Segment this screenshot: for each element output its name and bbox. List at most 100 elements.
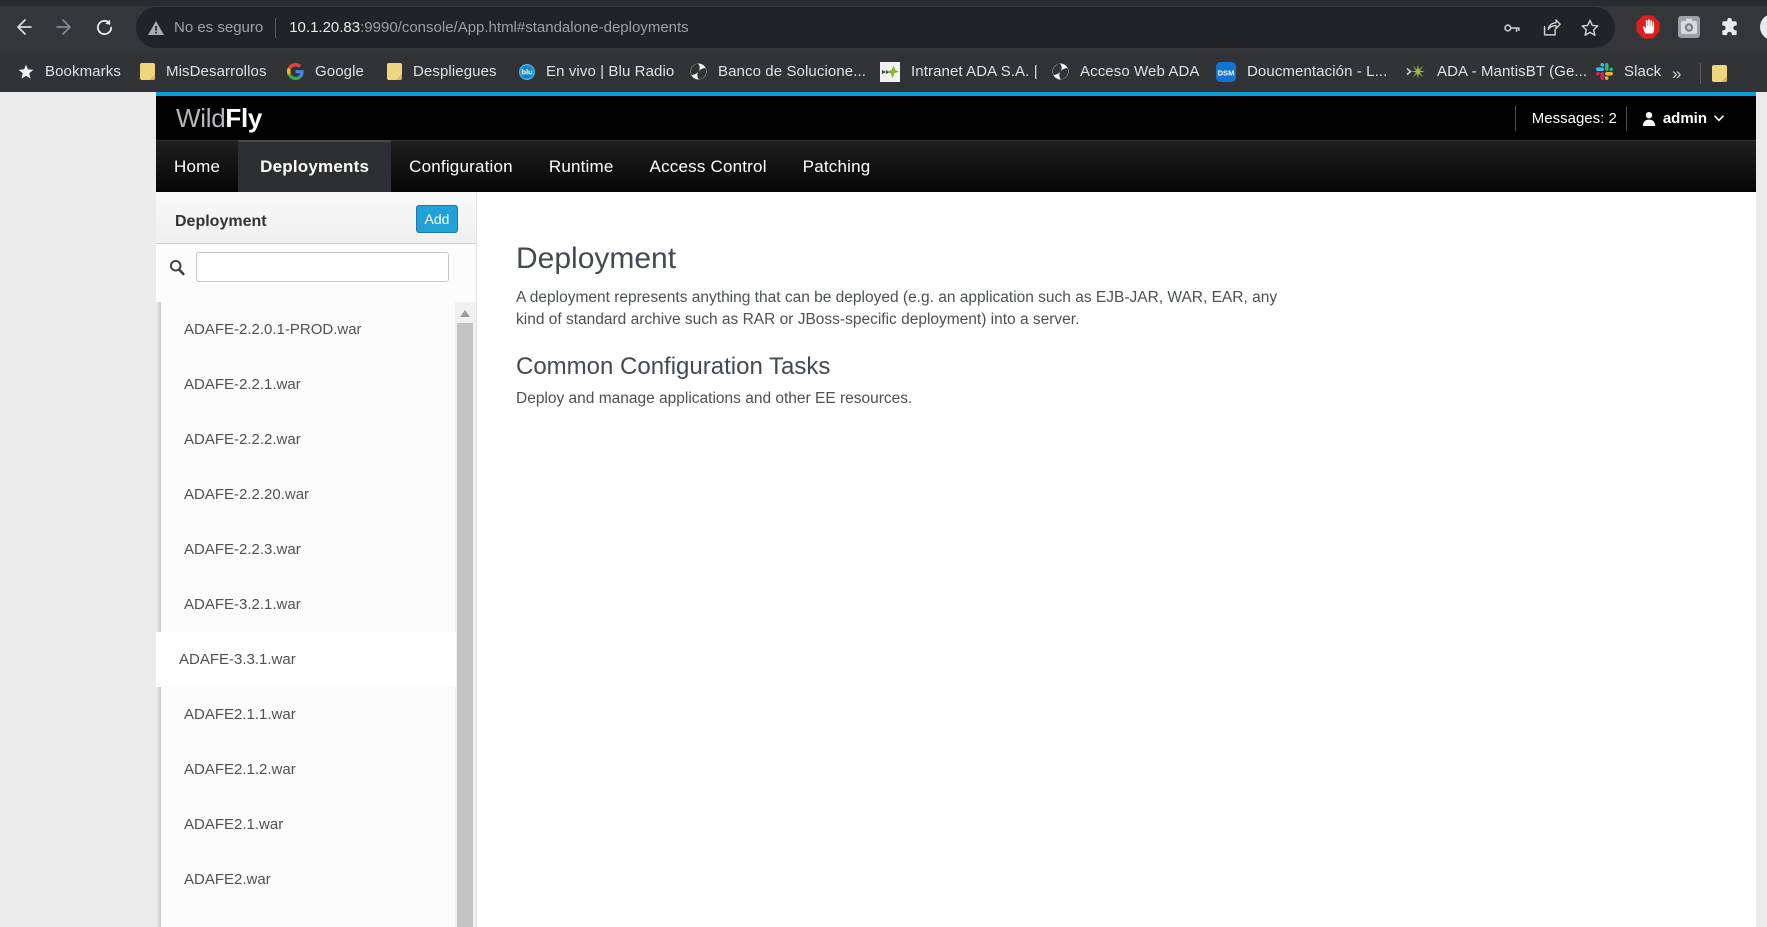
bookmark-item[interactable]: Slack (1596, 55, 1661, 92)
bookmark-item[interactable]: MisDesarrollos (140, 55, 267, 92)
column-title: Deployment (175, 212, 267, 230)
search-icon (169, 259, 185, 276)
nav-tab-deployments[interactable]: Deployments (238, 140, 392, 193)
capture-extension-button[interactable] (1677, 6, 1701, 48)
bookmark-label: Google (315, 63, 364, 80)
password-key-icon[interactable] (1501, 17, 1523, 39)
page-background-left (0, 92, 156, 927)
page-title: Deployment (516, 242, 677, 275)
security-label: No es seguro (174, 19, 264, 36)
address-bar-actions (1501, 17, 1615, 39)
bluradio-icon: blu (519, 63, 535, 80)
tasks-title: Common Configuration Tasks (516, 353, 831, 380)
globe-icon (690, 63, 707, 80)
deployment-item[interactable]: ADAFE-3.3.1.war (156, 632, 456, 687)
warning-icon (148, 20, 164, 35)
globe-icon (1052, 63, 1069, 80)
wildfly-logo: WildFly (176, 102, 263, 133)
user-icon (1642, 111, 1656, 126)
bookmark-item[interactable]: Intranet ADA S.A. | (880, 55, 1038, 92)
nav-tab-runtime[interactable]: Runtime (531, 141, 632, 193)
puzzle-icon (1722, 17, 1737, 35)
adblock-extension-button[interactable] (1635, 6, 1661, 48)
deployment-item[interactable]: ADAFE2.1.2.war (161, 742, 456, 797)
deployment-item[interactable]: ADAFE2.war (161, 852, 456, 907)
bookmark-label: Slack (1624, 63, 1662, 80)
bookmark-label: Intranet ADA S.A. | (911, 63, 1038, 80)
chevron-down-icon (1714, 114, 1724, 122)
bookmark-item[interactable]: Banco de Solucione... (690, 55, 866, 92)
page-description: A deployment represents anything that ca… (516, 289, 1278, 328)
star-icon (18, 64, 34, 80)
adblock-icon (1636, 15, 1660, 39)
bookmarks-overflow-button[interactable]: » (1672, 55, 1681, 92)
deployment-item[interactable]: ADAFE-2.2.0.1-PROD.war (161, 302, 456, 357)
username: admin (1662, 109, 1707, 127)
deployment-item[interactable]: ADAFE-2.2.2.war (161, 412, 456, 467)
omnibox-divider (275, 17, 277, 38)
dsm-icon: DSM (1216, 61, 1236, 82)
svg-text:blu: blu (521, 67, 533, 76)
deployment-item[interactable]: ADAFE2.1.1.war (161, 687, 456, 742)
bookmark-label: ADA - MantisBT (Ge... (1437, 63, 1588, 80)
bookmark-item[interactable]: Google (287, 55, 364, 92)
bookmark-star-icon[interactable] (1579, 17, 1601, 39)
back-button[interactable] (7, 6, 41, 48)
bookmark-label: En vivo | Blu Radio (546, 63, 675, 80)
bookmark-label: MisDesarrollos (166, 63, 267, 80)
forward-button[interactable] (47, 6, 81, 48)
deployment-item[interactable]: ADAFE-2.2.3.war (161, 522, 456, 577)
mantis-icon (1406, 63, 1426, 80)
address-bar[interactable]: No es seguro 10.1.20.83:9990/console/App… (136, 7, 1615, 48)
preview-panel: Deployment A deployment represents anyth… (477, 192, 1756, 927)
bookmark-label: Acceso Web ADA (1080, 63, 1200, 80)
filter-input[interactable] (196, 252, 449, 282)
share-icon[interactable] (1540, 17, 1562, 39)
extensions-button[interactable] (1718, 6, 1741, 48)
reload-icon (96, 19, 112, 35)
folder-icon (140, 63, 155, 80)
site-security-chip[interactable]: No es seguro (147, 19, 263, 36)
forward-icon (56, 19, 71, 35)
slack-icon (1596, 63, 1613, 80)
bookmark-item[interactable]: Despliegues (387, 55, 497, 92)
messages-link[interactable]: Messages: 2 (1516, 110, 1626, 127)
scroll-up-arrow-icon[interactable] (460, 310, 470, 317)
back-icon (17, 19, 32, 35)
bookmark-label: Bookmarks (45, 63, 121, 80)
deployment-item[interactable]: ADAFE2.1.war (161, 797, 456, 852)
app-header: WildFly Messages: 2 admin (156, 96, 1756, 140)
bookmark-item[interactable]: Acceso Web ADA (1052, 55, 1200, 92)
bookmark-label: Banco de Solucione... (718, 63, 867, 80)
deployment-item[interactable]: ADAFE-2.2.20.war (161, 467, 456, 522)
bookmarks-separator (1700, 63, 1701, 84)
bookmark-item[interactable]: DSM Doucmentación - L... (1216, 55, 1387, 92)
nav-tab-access-control[interactable]: Access Control (632, 141, 785, 193)
nav-tab-home[interactable]: Home (156, 141, 238, 193)
user-menu[interactable]: admin (1627, 110, 1724, 127)
deployment-item[interactable]: ADAFE-3.2.1.war (161, 577, 456, 632)
bookmark-item[interactable]: blu En vivo | Blu Radio (519, 55, 674, 92)
bookmark-item[interactable]: ADA - MantisBT (Ge... (1406, 55, 1587, 92)
svg-text:DSM: DSM (1218, 68, 1235, 77)
other-bookmarks-folder[interactable] (1712, 55, 1727, 92)
list-scrollbar[interactable] (455, 302, 476, 927)
folder-icon (387, 63, 402, 80)
profile-avatar[interactable] (1760, 14, 1767, 40)
deployment-list: ADAFE-2.2.0.1-PROD.war ADAFE-2.2.1.war A… (156, 302, 476, 927)
bookmark-label: Doucmentación - L... (1247, 63, 1388, 80)
header-tools: Messages: 2 admin (1514, 105, 1724, 131)
url-host: 10.1.20.83 (289, 19, 361, 36)
bookmark-item[interactable]: Bookmarks (18, 55, 121, 92)
nav-tab-configuration[interactable]: Configuration (391, 141, 531, 193)
bookmark-label: Despliegues (413, 63, 497, 80)
add-deployment-button[interactable]: Add (416, 205, 458, 233)
browser-chrome: No es seguro 10.1.20.83:9990/console/App… (0, 0, 1767, 92)
reload-button[interactable] (87, 6, 121, 48)
bookmarks-bar: » Bookmarks MisDesarrollos Google Despli… (0, 55, 1767, 92)
google-icon (287, 63, 304, 80)
list-scrollbar-thumb[interactable] (457, 323, 473, 927)
main-navigation: Home Deployments Configuration Runtime Acces… (156, 140, 1756, 193)
nav-tab-patching[interactable]: Patching (785, 141, 889, 193)
deployment-item[interactable]: ADAFE-2.2.1.war (161, 357, 456, 412)
